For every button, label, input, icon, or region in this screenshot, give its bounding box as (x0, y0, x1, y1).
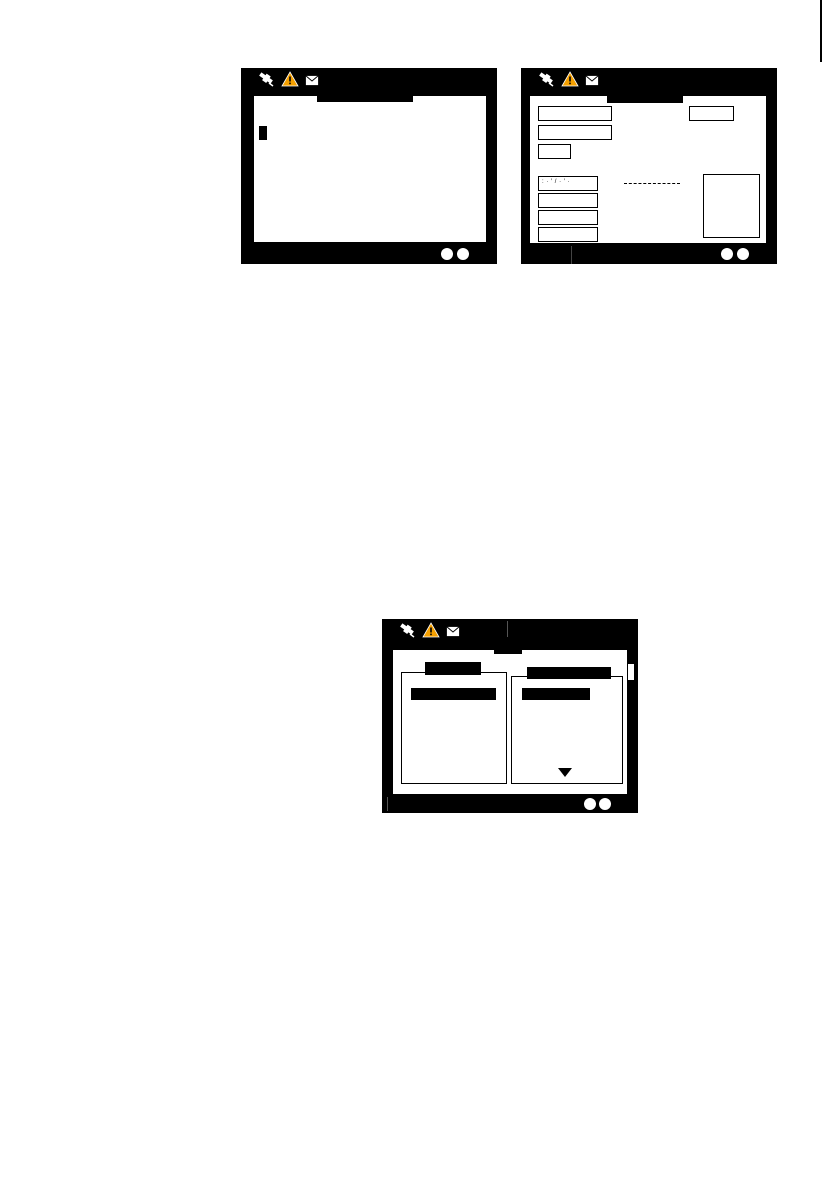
right-list-selected-item[interactable] (522, 688, 590, 700)
input-field-3[interactable] (538, 144, 571, 159)
content-panel: : · ′ / · ′ · (529, 95, 767, 244)
gps-icon (537, 71, 555, 92)
input-field-2[interactable] (538, 125, 612, 140)
info-box (703, 174, 760, 238)
content-panel (253, 95, 487, 243)
indicator-dot (584, 798, 596, 810)
left-list-selected-item[interactable] (411, 688, 496, 700)
input-field-7[interactable] (538, 227, 598, 242)
left-list-frame (401, 672, 507, 784)
status-bar (398, 622, 460, 643)
status-bar (537, 71, 599, 92)
dual-list-screen (382, 619, 638, 813)
warning-icon (422, 622, 440, 643)
input-field-1[interactable] (538, 106, 612, 121)
message-icon (585, 73, 599, 91)
input-field-6[interactable] (538, 210, 598, 225)
right-list-frame (511, 676, 623, 784)
text-cursor (259, 126, 267, 140)
content-panel (392, 649, 628, 795)
left-list-title (425, 662, 481, 675)
status-divider (507, 621, 508, 637)
scroll-tab[interactable] (489, 106, 497, 124)
indicator-dot (737, 248, 749, 260)
warning-icon (281, 71, 299, 92)
value-field[interactable] (689, 106, 734, 121)
indicator-dot (721, 248, 733, 260)
coordinate-label: : · ′ / · ′ · (542, 179, 571, 185)
indicator-dot (441, 248, 453, 260)
indicator-dot (457, 248, 469, 260)
scroll-tab[interactable] (628, 664, 634, 680)
scroll-down-icon[interactable] (558, 768, 572, 777)
right-list-title (527, 667, 611, 679)
message-icon (446, 624, 460, 642)
title-bar (317, 88, 413, 102)
title-bar (494, 641, 522, 654)
form-screen: : · ′ / · ′ · (521, 68, 777, 264)
input-field-5[interactable] (538, 193, 598, 208)
coordinate-field[interactable]: : · ′ / · ′ · (538, 176, 598, 191)
gps-icon (257, 71, 275, 92)
text-entry-screen (241, 68, 497, 264)
title-bar (607, 89, 683, 103)
bottom-divider (387, 797, 388, 811)
gps-icon (398, 622, 416, 643)
page-edge-mark (820, 0, 822, 62)
status-bar (257, 71, 319, 92)
warning-icon (561, 71, 579, 92)
bottom-divider (571, 246, 572, 264)
dashed-separator (624, 183, 680, 184)
indicator-dot (599, 798, 611, 810)
